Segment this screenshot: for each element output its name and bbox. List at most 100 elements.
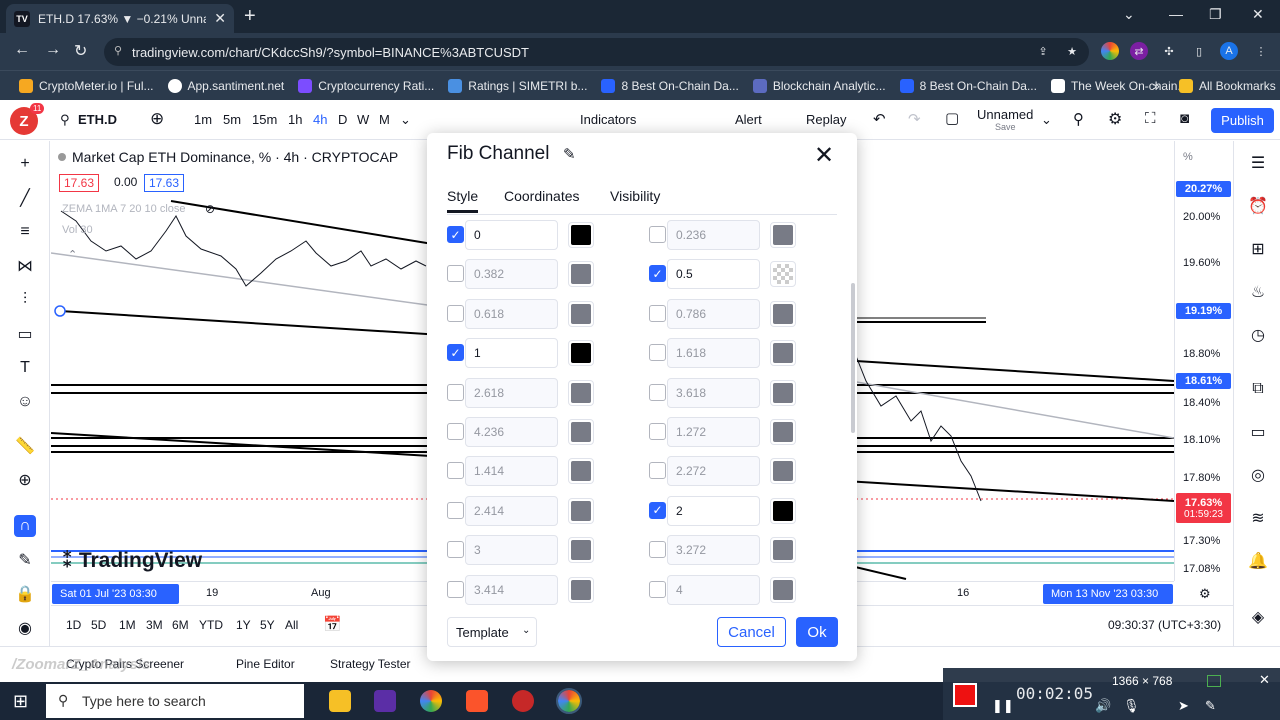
file-explorer-icon[interactable] <box>329 690 351 712</box>
level-value-input[interactable]: 0.236 <box>667 220 760 250</box>
axis-settings-icon[interactable]: ⚙ <box>1199 586 1211 602</box>
level-value-input[interactable]: 0 <box>465 220 558 250</box>
windows-start-icon[interactable]: ⊞ <box>13 691 28 712</box>
level-value-input[interactable]: 4.236 <box>465 417 558 447</box>
level-color-swatch[interactable] <box>770 537 796 564</box>
level-value-input[interactable]: 1 <box>465 338 558 369</box>
range-all[interactable]: All <box>285 618 298 632</box>
trend-line-icon[interactable]: ╱ <box>14 187 36 209</box>
bookmark-star-icon[interactable]: ★ <box>1063 42 1081 60</box>
level-color-swatch[interactable] <box>568 300 594 327</box>
level-value-input[interactable]: 4 <box>667 574 760 605</box>
level-value-input[interactable]: 2 <box>667 495 760 526</box>
chrome-active-icon[interactable] <box>556 688 582 714</box>
indicator-ema-label[interactable]: ZEMA 1MA 7 20 10 close <box>62 203 186 215</box>
collapse-legend-icon[interactable]: ⌃ <box>68 248 77 261</box>
level-value-input[interactable]: 0.5 <box>667 259 760 290</box>
level-value-input[interactable]: 3.272 <box>667 535 760 566</box>
compare-symbol-icon[interactable]: ⊕ <box>150 109 164 129</box>
pen-icon[interactable]: ✎ <box>1205 698 1216 714</box>
level-color-swatch[interactable] <box>770 458 796 485</box>
indicators-button[interactable]: Indicators <box>580 112 636 127</box>
extension-color-icon[interactable] <box>1101 42 1119 60</box>
level-checkbox[interactable]: ✓ <box>649 501 666 519</box>
level-color-swatch[interactable] <box>770 497 796 524</box>
url-field[interactable]: ⚲ tradingview.com/chart/CKdccSh9/?symbol… <box>104 38 1089 66</box>
symbol-search[interactable]: ETH.D <box>78 112 117 127</box>
hide-drawings-icon[interactable]: ◉ <box>14 617 36 639</box>
magnet-icon[interactable]: ∩ <box>14 515 36 537</box>
level-color-swatch[interactable] <box>770 261 796 288</box>
browser-tab[interactable]: TV ETH.D 17.63% ▼ −0.21% Unnamed ✕ <box>6 4 234 33</box>
fullscreen-icon[interactable]: ⛶ <box>1145 110 1156 127</box>
range-6m[interactable]: 6M <box>172 618 189 632</box>
broadcast-icon[interactable]: ≋ <box>1247 507 1269 529</box>
indicator-volume-label[interactable]: Vol 30 <box>62 224 93 236</box>
level-color-swatch[interactable] <box>568 379 594 406</box>
cancel-button[interactable]: Cancel <box>717 617 786 647</box>
bookmark-item[interactable]: Ratings | SIMETRI b... <box>441 78 594 93</box>
fib-tools-icon[interactable]: ≡ <box>14 221 36 243</box>
level-checkbox[interactable] <box>447 541 464 559</box>
level-checkbox[interactable] <box>447 423 464 440</box>
range-1y[interactable]: 1Y <box>236 618 251 632</box>
zoom-in-icon[interactable]: ⊕ <box>14 469 36 491</box>
level-checkbox[interactable] <box>447 265 464 283</box>
tab-search-icon[interactable]: ⌄ <box>1123 6 1135 23</box>
interval-dropdown-icon[interactable]: ⌄ <box>400 112 411 128</box>
rename-pencil-icon[interactable]: ✎ <box>563 145 576 163</box>
price-axis[interactable]: % 20.27% 20.00% 19.60% 19.19% 18.80% 18.… <box>1174 141 1233 581</box>
level-color-swatch[interactable] <box>770 222 796 248</box>
level-checkbox[interactable]: ✓ <box>447 226 464 243</box>
geometric-shapes-icon[interactable]: ▭ <box>14 323 36 345</box>
level-color-swatch[interactable] <box>568 458 594 485</box>
bookmark-item[interactable]: Cryptocurrency Rati... <box>291 78 441 93</box>
interval-d[interactable]: D <box>338 112 347 127</box>
more-bookmarks-icon[interactable]: » <box>1146 79 1167 93</box>
level-value-input[interactable]: 0.786 <box>667 298 760 329</box>
app-icon-purple[interactable] <box>374 690 396 712</box>
publish-button[interactable]: Publish <box>1211 108 1274 133</box>
profile-avatar[interactable]: A <box>1220 42 1238 60</box>
interval-5m[interactable]: 5m <box>223 112 241 127</box>
level-checkbox[interactable] <box>649 580 666 598</box>
level-color-swatch[interactable] <box>770 340 796 367</box>
maximize-icon[interactable]: ❐ <box>1209 6 1222 23</box>
ruler-icon[interactable]: 📏 <box>14 435 36 457</box>
goto-date-icon[interactable]: 📅 <box>323 615 342 633</box>
share-icon[interactable]: ⇪ <box>1034 42 1052 60</box>
microphone-icon[interactable]: 🎙 <box>1123 698 1140 714</box>
prediction-icon[interactable]: ⫶ <box>14 289 36 311</box>
reload-icon[interactable]: ↻ <box>74 41 87 61</box>
icons-tool-icon[interactable]: ☺ <box>14 391 36 413</box>
tab-style[interactable]: Style <box>447 188 479 213</box>
settings-gear-icon[interactable]: ⚙ <box>1108 109 1122 129</box>
chart-legend[interactable]: Market Cap ETH Dominance, % · 4h · CRYPT… <box>58 146 398 168</box>
bookmark-item[interactable]: 8 Best On-Chain Da... <box>594 78 745 93</box>
quick-search-icon[interactable]: ⚲ <box>1073 110 1084 128</box>
level-value-input[interactable]: 0.618 <box>465 298 558 329</box>
clock-timezone[interactable]: 09:30:37 (UTC+3:30) <box>1108 618 1221 632</box>
tab-pine-editor[interactable]: Pine Editor <box>236 657 295 671</box>
level-color-swatch[interactable] <box>568 222 594 248</box>
brave-icon[interactable] <box>466 690 488 712</box>
pause-icon[interactable]: ❚❚ <box>992 698 1014 714</box>
hotlist-flame-icon[interactable]: ♨ <box>1247 281 1269 303</box>
level-checkbox[interactable]: ✓ <box>447 344 464 362</box>
level-checkbox[interactable] <box>649 383 666 401</box>
level-checkbox[interactable] <box>649 304 666 322</box>
level-value-input[interactable]: 3 <box>465 535 558 566</box>
ideas-icon[interactable]: ⧉ <box>1247 378 1269 400</box>
level-value-input[interactable]: 2.272 <box>667 456 760 487</box>
level-checkbox[interactable] <box>649 423 666 440</box>
site-info-icon[interactable]: ⚲ <box>114 44 122 57</box>
crosshair-icon[interactable]: + <box>14 153 36 175</box>
level-value-input[interactable]: 3.618 <box>667 377 760 408</box>
level-value-input[interactable]: 1.618 <box>667 338 760 369</box>
interval-4h[interactable]: 4h <box>313 112 327 127</box>
range-3m[interactable]: 3M <box>146 618 163 632</box>
calendar-icon[interactable]: ◷ <box>1247 324 1269 346</box>
minimize-icon[interactable]: — <box>1169 6 1183 22</box>
level-checkbox[interactable] <box>649 462 666 480</box>
notifications-bell-icon[interactable]: 🔔 <box>1247 550 1269 572</box>
